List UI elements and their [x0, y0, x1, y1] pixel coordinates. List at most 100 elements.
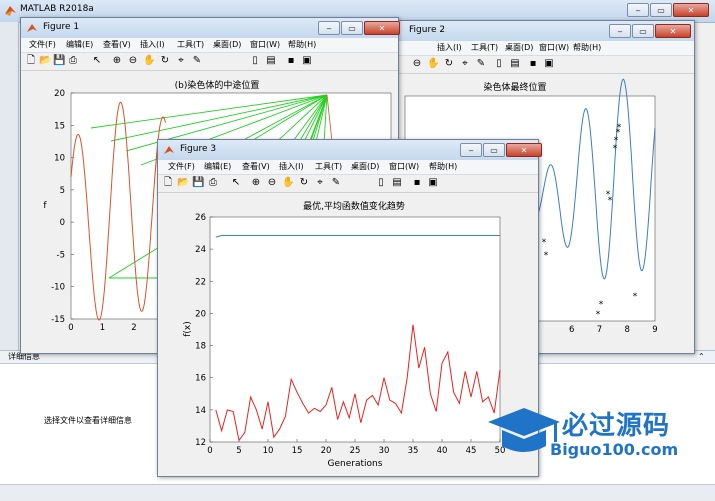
new-file-icon[interactable]: 🗋: [25, 55, 37, 67]
y-tick-label: -10: [51, 283, 65, 293]
maximize-button[interactable]: ▭: [632, 24, 654, 38]
menu-file[interactable]: 文件(F): [29, 40, 56, 50]
legend-icon[interactable]: ▤: [391, 177, 403, 189]
close-button[interactable]: ✕: [364, 21, 400, 35]
menu-insert[interactable]: 插入(I): [140, 40, 165, 50]
menu-file[interactable]: 文件(F): [168, 162, 195, 172]
maximize-button[interactable]: ▭: [650, 3, 672, 17]
rotate-icon[interactable]: ↻: [443, 58, 455, 70]
pointer-icon[interactable]: ↖: [91, 55, 103, 67]
zoom-in-icon[interactable]: ⊕: [111, 55, 123, 67]
data-cursor-icon[interactable]: ⌖: [175, 55, 187, 67]
new-file-icon[interactable]: 🗋: [162, 177, 174, 189]
menu-help[interactable]: 帮助(H): [573, 43, 601, 53]
rotate-icon[interactable]: ↻: [298, 177, 310, 189]
menu-window[interactable]: 窗口(W): [250, 40, 280, 50]
open-icon[interactable]: 📂: [177, 177, 189, 189]
chromosome-marker: *: [599, 300, 604, 310]
y-tick-labels: 20 15 10 5 0 -5 -10 -15: [51, 89, 74, 325]
maximize-button[interactable]: ▭: [341, 21, 363, 35]
menu-insert[interactable]: 插入(I): [437, 43, 462, 53]
minimize-button[interactable]: ‒: [609, 24, 631, 38]
figure-titlebar[interactable]: Figure 3 ‒ ▭ ✕: [158, 140, 542, 160]
minimize-button[interactable]: ‒: [627, 3, 649, 17]
menu-window[interactable]: 窗口(W): [539, 43, 569, 53]
menu-desktop[interactable]: 桌面(D): [351, 162, 379, 172]
figure-3-window[interactable]: Figure 3 ‒ ▭ ✕ 文件(F) 编辑(E) 查看(V) 插入(I) 工…: [157, 139, 542, 477]
legend-icon[interactable]: ▤: [265, 55, 277, 67]
x-tick-label: 0: [207, 446, 212, 456]
figure-title: Figure 1: [43, 22, 80, 32]
y-tick-label: -15: [51, 315, 65, 325]
chromosome-marker: *: [542, 238, 547, 248]
show-plot-tools-icon[interactable]: ▣: [301, 55, 313, 67]
data-cursor-icon[interactable]: ⌖: [459, 58, 471, 70]
y-tick-label: 16: [195, 374, 206, 384]
figure-titlebar[interactable]: Figure 2 ‒ ▭ ✕: [387, 21, 694, 41]
zoom-out-icon[interactable]: ⊖: [266, 177, 278, 189]
pan-icon[interactable]: ✋: [143, 55, 155, 67]
menu-view[interactable]: 查看(V): [242, 162, 270, 172]
print-icon[interactable]: ⎙: [207, 177, 219, 189]
save-icon[interactable]: 💾: [192, 177, 204, 189]
details-message: 选择文件以查看详细信息: [44, 416, 132, 425]
pan-icon[interactable]: ✋: [427, 58, 439, 70]
close-button[interactable]: ✕: [673, 3, 709, 17]
close-button[interactable]: ✕: [655, 24, 691, 38]
x-tick-label: 6: [569, 325, 574, 335]
zoom-out-icon[interactable]: ⊖: [411, 58, 423, 70]
figure-window-controls: ‒ ▭ ✕: [460, 143, 542, 157]
menu-edit[interactable]: 编辑(E): [204, 162, 231, 172]
brush-icon[interactable]: ✎: [191, 55, 203, 67]
hide-plot-tools-icon[interactable]: ▪: [411, 177, 423, 189]
colorbar-icon[interactable]: ▯: [493, 58, 505, 70]
minimize-button[interactable]: ‒: [318, 21, 340, 35]
maximize-button[interactable]: ▭: [483, 143, 505, 157]
zoom-in-icon[interactable]: ⊕: [250, 177, 262, 189]
matlab-figure-icon: [164, 146, 174, 154]
brush-icon[interactable]: ✎: [330, 177, 342, 189]
data-cursor-icon[interactable]: ⌖: [314, 177, 326, 189]
plot-title: 染色体最终位置: [483, 81, 546, 93]
colorbar-icon[interactable]: ▯: [375, 177, 387, 189]
close-button[interactable]: ✕: [506, 143, 542, 157]
print-icon[interactable]: ⎙: [67, 55, 79, 67]
menu-tools[interactable]: 工具(T): [471, 43, 498, 53]
x-tick-label: 0: [68, 323, 73, 333]
menu-help[interactable]: 帮助(H): [288, 40, 316, 50]
left-panel-strip: [0, 22, 19, 352]
menu-tools[interactable]: 工具(T): [177, 40, 204, 50]
show-plot-tools-icon[interactable]: ▣: [427, 177, 439, 189]
fitness-trend-chart[interactable]: 最优,平均函数值变化趋势 f(x) Generations 0 5 10 15 20 25…: [158, 193, 538, 476]
rotate-icon[interactable]: ↻: [159, 55, 171, 67]
zoom-out-icon[interactable]: ⊖: [127, 55, 139, 67]
legend-icon[interactable]: ▤: [509, 58, 521, 70]
minimize-button[interactable]: ‒: [460, 143, 482, 157]
chart-title: 最优,平均函数值变化趋势: [303, 200, 405, 212]
figure-toolbar: ⊖ ✋ ↻ ⌖ ✎ ▯ ▤ ▪ ▣: [387, 56, 694, 74]
brush-icon[interactable]: ✎: [475, 58, 487, 70]
menu-insert[interactable]: 插入(I): [279, 162, 304, 172]
save-icon[interactable]: 💾: [53, 55, 65, 67]
figure-titlebar[interactable]: Figure 1 ‒ ▭ ✕: [21, 18, 400, 38]
menu-view[interactable]: 查看(V): [103, 40, 131, 50]
menu-window[interactable]: 窗口(W): [389, 162, 419, 172]
pan-icon[interactable]: ✋: [282, 177, 294, 189]
figure-menubar: 插入(I) 工具(T) 桌面(D) 窗口(W) 帮助(H): [387, 41, 694, 56]
open-icon[interactable]: 📂: [39, 55, 51, 67]
watermark-url: Biguo100.com: [550, 440, 679, 459]
menu-tools[interactable]: 工具(T): [315, 162, 342, 172]
menu-help[interactable]: 帮助(H): [429, 162, 457, 172]
menu-desktop[interactable]: 桌面(D): [505, 43, 533, 53]
hide-plot-tools-icon[interactable]: ▪: [285, 55, 297, 67]
hide-plot-tools-icon[interactable]: ▪: [527, 58, 539, 70]
menu-edit[interactable]: 编辑(E): [66, 40, 93, 50]
colorbar-icon[interactable]: ▯: [249, 55, 261, 67]
show-plot-tools-icon[interactable]: ▣: [543, 58, 555, 70]
matlab-logo-icon: [5, 6, 16, 16]
chevron-up-icon[interactable]: ⌃: [698, 352, 705, 361]
menu-desktop[interactable]: 桌面(D): [213, 40, 241, 50]
watermark-text: 必过源码: [562, 411, 671, 441]
pointer-icon[interactable]: ↖: [230, 177, 242, 189]
x-tick-label: 9: [652, 325, 657, 335]
